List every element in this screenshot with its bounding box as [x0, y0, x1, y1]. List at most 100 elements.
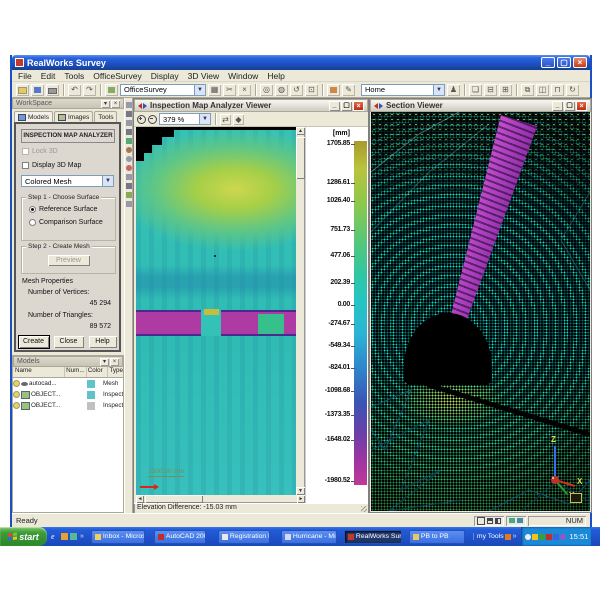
zoom-out-icon[interactable]: [148, 115, 157, 124]
close-button[interactable]: ×: [576, 101, 587, 111]
fit-icon[interactable]: ⊡: [305, 84, 318, 96]
menu-3dview[interactable]: 3D View: [188, 71, 220, 81]
mail-icon[interactable]: [61, 533, 68, 540]
menu-edit[interactable]: Edit: [41, 71, 56, 81]
undo-icon[interactable]: ↶: [68, 84, 81, 96]
flower-icon[interactable]: [126, 147, 132, 153]
sync-icon[interactable]: [509, 518, 515, 523]
layers-icon[interactable]: [126, 192, 132, 198]
col-color[interactable]: Color: [87, 367, 109, 377]
cone-icon[interactable]: [126, 174, 132, 180]
probe-icon[interactable]: ◆: [233, 114, 244, 125]
view-combo[interactable]: Home▼: [361, 84, 445, 96]
taskbar-button-registration[interactable]: Registration Rep...: [218, 530, 270, 544]
taskbar-button-inbox[interactable]: Inbox - Microsof...: [91, 530, 145, 544]
preview-button[interactable]: Preview: [48, 255, 90, 266]
cascade-icon[interactable]: ❏: [469, 84, 482, 96]
map-viewer-titlebar[interactable]: Inspection Map Analyzer Viewer _ ▢ ×: [134, 99, 368, 112]
refresh-icon[interactable]: ↻: [566, 84, 579, 96]
help-button[interactable]: Help: [89, 336, 117, 348]
tab-tools[interactable]: Tools: [94, 111, 117, 122]
print-icon[interactable]: [46, 84, 59, 96]
menu-help[interactable]: Help: [267, 71, 284, 81]
rotate-icon[interactable]: ↺: [290, 84, 303, 96]
bulb-icon[interactable]: [13, 402, 20, 409]
chevron-down-icon[interactable]: ▼: [433, 85, 444, 95]
show-desktop-icon[interactable]: [70, 533, 77, 540]
save-icon[interactable]: [31, 84, 44, 96]
menu-tools[interactable]: Tools: [64, 71, 84, 81]
fence-icon[interactable]: [126, 120, 132, 126]
table-row[interactable]: OBJECT... Inspectio: [13, 389, 123, 400]
flag-icon[interactable]: [327, 84, 340, 96]
table-row[interactable]: OBJECT... Inspectio: [13, 400, 123, 411]
tile-h-icon[interactable]: ⊟: [484, 84, 497, 96]
chevron-down-icon[interactable]: ▼: [102, 176, 113, 186]
app-titlebar[interactable]: RealWorks Survey _ ▢ ×: [12, 55, 590, 70]
clock[interactable]: 15:51: [570, 532, 589, 541]
tool-icon[interactable]: [505, 534, 511, 540]
resize-grip[interactable]: [361, 506, 367, 512]
chevron-icon[interactable]: »: [513, 533, 517, 540]
camera-icon[interactable]: ♟: [447, 84, 460, 96]
open-icon[interactable]: [16, 84, 29, 96]
minimize-button[interactable]: _: [329, 101, 340, 111]
table-row[interactable]: autocad... Mesh: [13, 378, 123, 389]
my-tools-label[interactable]: my Tools: [477, 533, 504, 540]
delete-icon[interactable]: [126, 111, 132, 117]
maximize-button[interactable]: ▢: [564, 101, 575, 111]
sync2-icon[interactable]: [517, 518, 523, 523]
workspace-titlebar[interactable]: WorkSpace ▾ ×: [12, 98, 124, 109]
close-icon[interactable]: ×: [111, 100, 120, 108]
section-viewer-titlebar[interactable]: Section Viewer _ ▢ ×: [370, 99, 591, 112]
measure-icon[interactable]: ×: [238, 84, 251, 96]
taskbar-button-hurricane[interactable]: Hurricane - Micro...: [281, 530, 337, 544]
tray-icon[interactable]: [553, 534, 559, 540]
tunnel-pointcloud-view[interactable]: Z X Y: [371, 112, 590, 511]
map-hscrollbar[interactable]: ◄ ►: [136, 495, 305, 503]
redo-icon[interactable]: ↷: [83, 84, 96, 96]
grid-icon[interactable]: [126, 201, 132, 207]
menu-window[interactable]: Window: [228, 71, 258, 81]
cascade-icon[interactable]: [477, 517, 485, 525]
taskbar-button-pbtopb[interactable]: PB to PB: [409, 530, 465, 544]
pin-icon[interactable]: ▾: [100, 358, 109, 366]
scroll-down-icon[interactable]: ▼: [296, 487, 305, 495]
ie-icon[interactable]: e: [51, 533, 59, 541]
maximize-button[interactable]: ▢: [557, 57, 571, 68]
target-icon[interactable]: ◎: [260, 84, 273, 96]
chevron-down-icon[interactable]: ▼: [194, 85, 205, 95]
col-num[interactable]: Num...: [65, 367, 87, 377]
cut-icon[interactable]: [126, 102, 132, 108]
menu-display[interactable]: Display: [151, 71, 179, 81]
menu-officesurvey[interactable]: OfficeSurvey: [93, 71, 142, 81]
image-icon[interactable]: [126, 138, 132, 144]
tile-v-icon[interactable]: ⊞: [499, 84, 512, 96]
pen-icon[interactable]: ✎: [342, 84, 355, 96]
vscroll-thumb[interactable]: [296, 137, 305, 179]
map-vscrollbar[interactable]: ▲ ▼: [296, 127, 305, 495]
close-button[interactable]: ×: [573, 57, 587, 68]
scroll-left-icon[interactable]: ◄: [136, 495, 144, 503]
bulb-icon[interactable]: [13, 380, 20, 387]
close-icon[interactable]: ×: [110, 358, 119, 366]
start-button[interactable]: start: [0, 527, 47, 546]
close-button-workspace[interactable]: Close: [54, 336, 84, 348]
tray-icon[interactable]: [546, 534, 552, 540]
intersect-icon[interactable]: [126, 129, 132, 135]
chevron-down-icon[interactable]: ▼: [199, 114, 210, 124]
module-combo[interactable]: OfficeSurvey▼: [120, 84, 206, 96]
col-name[interactable]: Name: [13, 367, 65, 377]
close-button[interactable]: ×: [353, 101, 364, 111]
tray-icon[interactable]: [532, 534, 538, 540]
segment-icon[interactable]: ▦: [208, 84, 221, 96]
mesh-type-combo[interactable]: Colored Mesh▼: [21, 175, 114, 187]
tab-models[interactable]: Models: [14, 111, 53, 122]
models-titlebar[interactable]: Models ▾ ×: [13, 356, 123, 367]
pan-icon[interactable]: ⇄: [220, 114, 231, 125]
split-h-icon[interactable]: ◫: [536, 84, 549, 96]
link-icon[interactable]: ✂: [223, 84, 236, 96]
zoom-in-icon[interactable]: [137, 115, 146, 124]
annotate-icon[interactable]: ◍: [275, 84, 288, 96]
comparison-surface-radio[interactable]: [29, 219, 36, 226]
